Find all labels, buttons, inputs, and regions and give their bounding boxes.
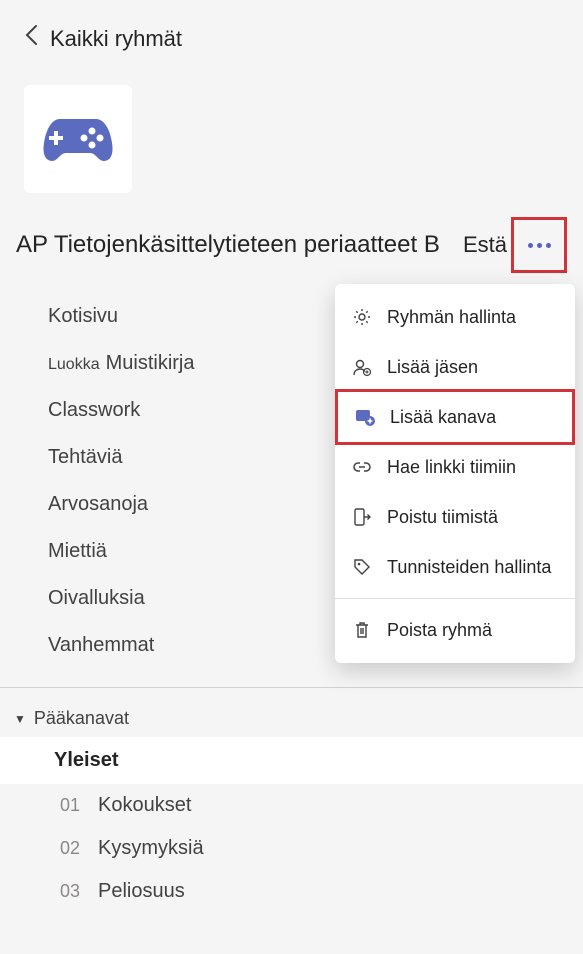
channels-label: Pääkanavat (34, 708, 129, 729)
menu-label: Hae linkki tiimiin (387, 457, 516, 478)
link-icon (351, 456, 373, 478)
more-options-button[interactable] (515, 221, 563, 269)
menu-add-member[interactable]: Lisää jäsen (335, 342, 575, 392)
team-header: AP Tietojenkäsittelytieteen periaatteet … (0, 193, 583, 269)
back-chevron-icon[interactable] (24, 24, 38, 53)
nav-prefix: Luokka (48, 356, 100, 374)
menu-label: Lisää jäsen (387, 357, 478, 378)
chevron-down-icon: ▼ (14, 712, 26, 726)
block-label: Estä (463, 232, 507, 258)
channel-name: Kysymyksiä (98, 837, 204, 860)
team-name: AP Tietojenkäsittelytieteen periaatteet … (16, 231, 451, 259)
context-menu: Ryhmän hallinta Lisää jäsen Lisää kanava… (335, 284, 575, 663)
nav-label: Muistikirja (106, 352, 195, 375)
channel-number: 03 (60, 881, 88, 902)
menu-manage-tags[interactable]: Tunnisteiden hallinta (335, 542, 575, 592)
gear-icon (351, 306, 373, 328)
menu-label: Tunnisteiden hallinta (387, 557, 551, 578)
channels-header[interactable]: ▼ Pääkanavat (0, 708, 583, 737)
channel-item[interactable]: 01 Kokoukset (0, 784, 583, 827)
menu-manage-team[interactable]: Ryhmän hallinta (335, 292, 575, 342)
channel-general[interactable]: Yleiset (0, 737, 583, 784)
breadcrumb: Kaikki ryhmät (0, 0, 583, 65)
channel-number: 02 (60, 838, 88, 859)
menu-label: Poista ryhmä (387, 620, 492, 641)
menu-add-channel[interactable]: Lisää kanava (335, 389, 575, 445)
channel-item[interactable]: 03 Peliosuus (0, 870, 583, 913)
tag-icon (351, 556, 373, 578)
team-avatar (24, 85, 132, 193)
trash-icon (351, 619, 373, 641)
menu-label: Lisää kanava (390, 407, 496, 428)
channel-item[interactable]: 02 Kysymyksiä (0, 827, 583, 870)
highlight-box (511, 217, 567, 273)
menu-label: Ryhmän hallinta (387, 307, 516, 328)
gamepad-icon (40, 111, 116, 167)
menu-get-link[interactable]: Hae linkki tiimiin (335, 442, 575, 492)
channel-name: Kokoukset (98, 794, 191, 817)
add-member-icon (351, 356, 373, 378)
menu-label: Poistu tiimistä (387, 507, 498, 528)
channel-name: Peliosuus (98, 880, 185, 903)
channels-section: ▼ Pääkanavat Yleiset 01 Kokoukset 02 Kys… (0, 708, 583, 913)
menu-divider (335, 598, 575, 599)
menu-leave-team[interactable]: Poistu tiimistä (335, 492, 575, 542)
leave-icon (351, 506, 373, 528)
menu-delete-team[interactable]: Poista ryhmä (335, 605, 575, 655)
breadcrumb-title[interactable]: Kaikki ryhmät (50, 26, 182, 52)
channel-number: 01 (60, 795, 88, 816)
add-channel-icon (354, 406, 376, 428)
